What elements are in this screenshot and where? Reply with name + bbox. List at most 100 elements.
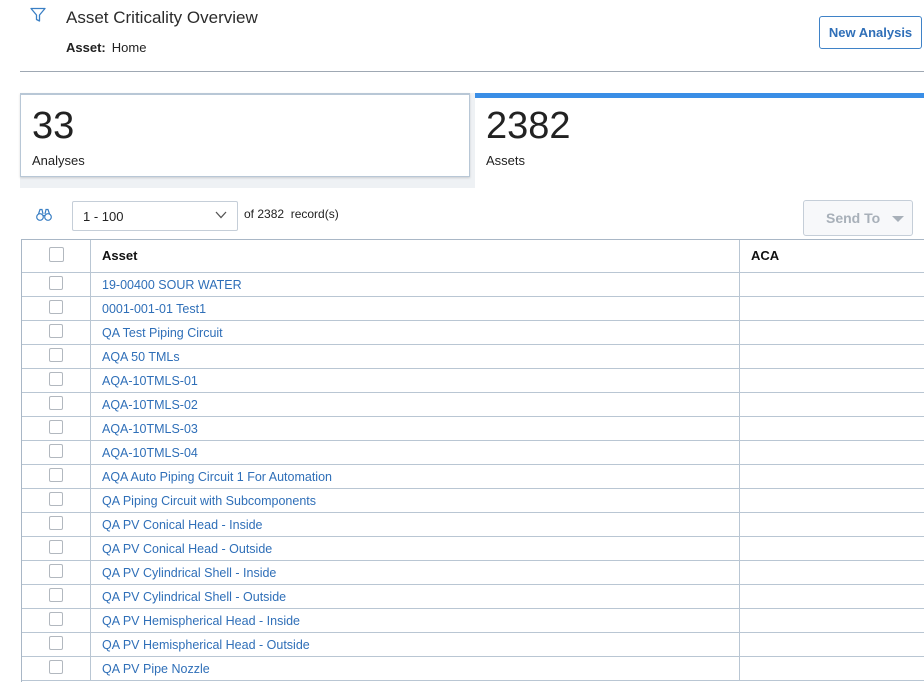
row-checkbox[interactable] <box>49 348 63 362</box>
filter-icon[interactable] <box>30 7 46 23</box>
row-select-cell <box>21 465 91 488</box>
chevron-down-icon <box>215 211 227 219</box>
row-checkbox[interactable] <box>49 324 63 338</box>
asset-link[interactable]: 0001-001-01 Test1 <box>102 302 206 316</box>
row-checkbox[interactable] <box>49 636 63 650</box>
table-row[interactable]: QA PV Conical Head - Inside <box>21 513 924 537</box>
row-select-cell <box>21 657 91 680</box>
asset-link[interactable]: AQA-10TMLS-01 <box>102 374 198 388</box>
asset-cell: QA PV Hemispherical Head - Outside <box>91 633 740 656</box>
grid-left-border <box>21 239 22 682</box>
asset-link[interactable]: AQA-10TMLS-04 <box>102 446 198 460</box>
row-checkbox[interactable] <box>49 420 63 434</box>
row-checkbox[interactable] <box>49 492 63 506</box>
aca-cell <box>740 345 924 368</box>
table-row[interactable]: QA PV Cylindrical Shell - Inside <box>21 561 924 585</box>
asset-cell: AQA-10TMLS-01 <box>91 369 740 392</box>
row-checkbox[interactable] <box>49 468 63 482</box>
aca-cell <box>740 633 924 656</box>
table-row[interactable]: QA PV Pipe Nozzle <box>21 657 924 681</box>
asset-link[interactable]: 19-00400 SOUR WATER <box>102 278 242 292</box>
aca-cell <box>740 537 924 560</box>
asset-cell: QA PV Pipe Nozzle <box>91 657 740 680</box>
row-select-cell <box>21 369 91 392</box>
row-select-cell <box>21 561 91 584</box>
table-row[interactable]: AQA-10TMLS-02 <box>21 393 924 417</box>
asset-link[interactable]: AQA 50 TMLs <box>102 350 180 364</box>
aca-column-header[interactable]: ACA <box>740 239 924 272</box>
asset-link[interactable]: AQA Auto Piping Circuit 1 For Automation <box>102 470 332 484</box>
asset-link[interactable]: QA Test Piping Circuit <box>102 326 223 340</box>
send-to-label: Send To <box>826 210 881 226</box>
header-divider <box>20 71 924 72</box>
row-select-cell <box>21 321 91 344</box>
table-row[interactable]: QA Piping Circuit with Subcomponents <box>21 489 924 513</box>
row-checkbox[interactable] <box>49 564 63 578</box>
asset-link[interactable]: QA PV Hemispherical Head - Inside <box>102 614 300 628</box>
aca-cell <box>740 417 924 440</box>
row-checkbox[interactable] <box>49 612 63 626</box>
select-all-checkbox[interactable] <box>49 247 64 262</box>
row-checkbox[interactable] <box>49 588 63 602</box>
row-checkbox[interactable] <box>49 276 63 290</box>
row-checkbox[interactable] <box>49 516 63 530</box>
assets-count: 2382 <box>486 105 571 147</box>
row-checkbox[interactable] <box>49 540 63 554</box>
table-row[interactable]: 19-00400 SOUR WATER <box>21 273 924 297</box>
asset-cell: QA PV Cylindrical Shell - Outside <box>91 585 740 608</box>
row-checkbox[interactable] <box>49 444 63 458</box>
row-select-cell <box>21 441 91 464</box>
select-all-cell <box>21 239 91 272</box>
table-row[interactable]: AQA-10TMLS-01 <box>21 369 924 393</box>
asset-link[interactable]: QA PV Conical Head - Inside <box>102 518 263 532</box>
table-row[interactable]: 0001-001-01 Test1 <box>21 297 924 321</box>
table-row[interactable]: QA PV Hemispherical Head - Inside <box>21 609 924 633</box>
row-select-cell <box>21 273 91 296</box>
binoculars-icon[interactable] <box>36 208 52 222</box>
page-range-select[interactable]: 1 - 100 <box>72 201 238 231</box>
row-checkbox[interactable] <box>49 660 63 674</box>
table-row[interactable]: QA Test Piping Circuit <box>21 321 924 345</box>
aca-cell <box>740 489 924 512</box>
aca-cell <box>740 369 924 392</box>
aca-cell <box>740 585 924 608</box>
asset-link[interactable]: QA PV Conical Head - Outside <box>102 542 272 556</box>
asset-column-header[interactable]: Asset <box>91 239 740 272</box>
asset-cell: QA PV Hemispherical Head - Inside <box>91 609 740 632</box>
asset-link[interactable]: QA PV Cylindrical Shell - Inside <box>102 566 276 580</box>
aca-cell <box>740 273 924 296</box>
asset-column-label: Asset <box>102 248 138 263</box>
table-row[interactable]: AQA-10TMLS-03 <box>21 417 924 441</box>
asset-cell: QA Test Piping Circuit <box>91 321 740 344</box>
asset-context-value: Home <box>111 40 147 55</box>
asset-context-label: Asset: <box>66 40 106 55</box>
asset-link[interactable]: QA PV Pipe Nozzle <box>102 662 210 676</box>
analyses-caption: Analyses <box>32 153 85 168</box>
page-title: Asset Criticality Overview <box>66 8 258 27</box>
asset-link[interactable]: AQA-10TMLS-03 <box>102 422 198 436</box>
asset-cell: QA PV Conical Head - Outside <box>91 537 740 560</box>
table-row[interactable]: QA PV Conical Head - Outside <box>21 537 924 561</box>
asset-link[interactable]: QA PV Cylindrical Shell - Outside <box>102 590 286 604</box>
table-row[interactable]: QA PV Cylindrical Shell - Outside <box>21 585 924 609</box>
row-select-cell <box>21 537 91 560</box>
analyses-tile[interactable]: 33 Analyses <box>20 93 470 177</box>
table-row[interactable]: AQA 50 TMLs <box>21 345 924 369</box>
send-to-button[interactable]: Send To <box>803 200 913 236</box>
caret-down-icon <box>892 216 904 222</box>
row-select-cell <box>21 489 91 512</box>
new-analysis-button[interactable]: New Analysis <box>819 16 922 49</box>
asset-link[interactable]: QA Piping Circuit with Subcomponents <box>102 494 316 508</box>
asset-link[interactable]: AQA-10TMLS-02 <box>102 398 198 412</box>
page: Asset Criticality Overview Asset: Home Ne… <box>0 0 924 682</box>
table-row[interactable]: QA PV Hemispherical Head - Outside <box>21 633 924 657</box>
asset-link[interactable]: QA PV Hemispherical Head - Outside <box>102 638 310 652</box>
row-checkbox[interactable] <box>49 396 63 410</box>
row-checkbox[interactable] <box>49 372 63 386</box>
assets-tile[interactable]: 2382 Assets <box>475 93 924 188</box>
table-row[interactable]: AQA-10TMLS-04 <box>21 441 924 465</box>
row-select-cell <box>21 609 91 632</box>
asset-cell: QA Piping Circuit with Subcomponents <box>91 489 740 512</box>
row-checkbox[interactable] <box>49 300 63 314</box>
table-row[interactable]: AQA Auto Piping Circuit 1 For Automation <box>21 465 924 489</box>
